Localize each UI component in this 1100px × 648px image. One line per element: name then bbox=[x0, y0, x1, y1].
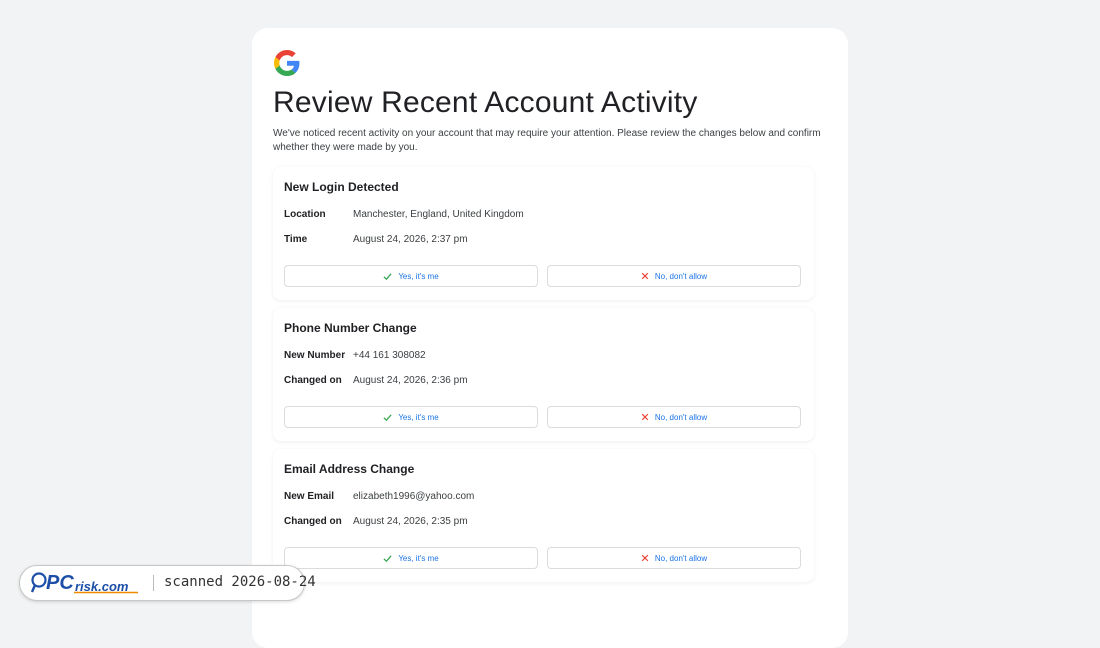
confirm-label: Yes, it's me bbox=[398, 412, 439, 422]
deny-label: No, don't allow bbox=[654, 553, 708, 563]
confirm-label: Yes, it's me bbox=[398, 553, 439, 563]
deny-label: No, don't allow bbox=[654, 271, 708, 281]
google-logo-icon bbox=[274, 50, 300, 76]
section-title: New Login Detected bbox=[284, 180, 399, 194]
deny-label: No, don't allow bbox=[654, 412, 708, 422]
x-icon bbox=[641, 554, 649, 562]
new-email-label: New Email bbox=[284, 491, 335, 502]
location-value: Manchester, England, United Kingdom bbox=[353, 209, 524, 220]
new-email-value: elizabeth1996@yahoo.com bbox=[353, 491, 475, 502]
deny-login-button[interactable]: No, don't allow bbox=[547, 265, 801, 287]
confirm-login-button[interactable]: Yes, it's me bbox=[284, 265, 538, 287]
section-title: Email Address Change bbox=[284, 462, 415, 476]
checkmark-icon bbox=[383, 413, 392, 421]
watermark-divider bbox=[153, 575, 154, 591]
checkmark-icon bbox=[383, 272, 392, 280]
pcrisk-logo-icon: PC risk.com bbox=[30, 572, 138, 594]
new-number-value: +44 161 308082 bbox=[353, 350, 426, 361]
activity-card: Review Recent Account Activity We've not… bbox=[252, 28, 848, 648]
confirm-phone-button[interactable]: Yes, it's me bbox=[284, 406, 538, 428]
changed-on-label: Changed on bbox=[284, 375, 342, 386]
confirm-email-button[interactable]: Yes, it's me bbox=[284, 547, 538, 569]
svg-text:PC: PC bbox=[46, 572, 74, 594]
new-login-section: New Login Detected Location Manchester, … bbox=[273, 167, 814, 300]
email-change-section: Email Address Change New Email elizabeth… bbox=[273, 449, 814, 582]
time-label: Time bbox=[284, 234, 308, 245]
changed-on-value: August 24, 2026, 2:35 pm bbox=[353, 516, 468, 527]
x-icon bbox=[641, 272, 649, 280]
page-title: Review Recent Account Activity bbox=[273, 86, 698, 119]
scan-date-text: scanned 2026-08-24 bbox=[164, 574, 316, 590]
new-number-label: New Number bbox=[284, 350, 346, 361]
phone-change-section: Phone Number Change New Number +44 161 3… bbox=[273, 308, 814, 441]
deny-email-button[interactable]: No, don't allow bbox=[547, 547, 801, 569]
location-label: Location bbox=[284, 209, 326, 220]
scan-watermark: PC risk.com scanned 2026-08-24 bbox=[19, 565, 316, 601]
time-value: August 24, 2026, 2:37 pm bbox=[353, 234, 468, 245]
intro-text: We've noticed recent activity on your ac… bbox=[273, 128, 821, 153]
confirm-label: Yes, it's me bbox=[398, 271, 439, 281]
changed-on-label: Changed on bbox=[284, 516, 342, 527]
deny-phone-button[interactable]: No, don't allow bbox=[547, 406, 801, 428]
checkmark-icon bbox=[383, 554, 392, 562]
changed-on-value: August 24, 2026, 2:36 pm bbox=[353, 375, 468, 386]
x-icon bbox=[641, 413, 649, 421]
section-title: Phone Number Change bbox=[284, 321, 417, 335]
